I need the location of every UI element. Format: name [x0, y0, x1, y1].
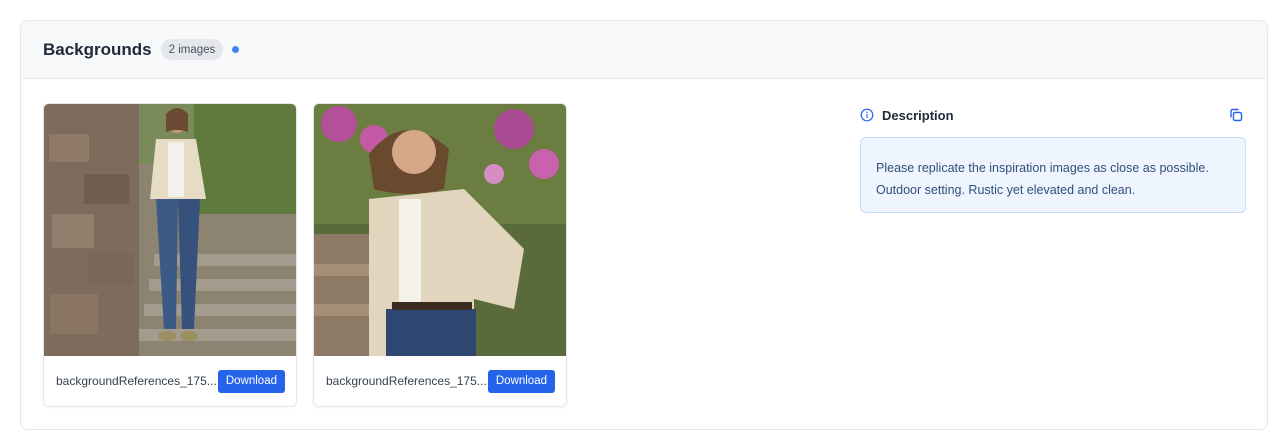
image-card: backgroundReferences_175... Download [43, 103, 297, 407]
info-icon [860, 108, 874, 122]
backgrounds-card: Backgrounds 2 images backgroundReference… [20, 20, 1268, 430]
image-filename: backgroundReferences_175... [326, 374, 487, 388]
image-card: backgroundReferences_175... Download [313, 103, 567, 407]
card-header: Backgrounds 2 images [21, 21, 1267, 79]
section-title: Backgrounds [43, 39, 152, 59]
image-card-footer: backgroundReferences_175... Download [44, 356, 296, 406]
description-box: Please replicate the inspiration images … [860, 137, 1246, 213]
background-reference-image[interactable] [44, 104, 297, 356]
description-title: Description [882, 107, 954, 123]
description-header: Description [860, 105, 1246, 125]
download-button[interactable]: Download [487, 369, 555, 393]
image-filename: backgroundReferences_175... [56, 374, 217, 388]
background-reference-image[interactable] [314, 104, 567, 356]
download-button[interactable]: Download [217, 369, 285, 393]
description-line: Outdoor setting. Rustic yet elevated and… [876, 183, 1136, 197]
image-card-footer: backgroundReferences_175... Download [314, 356, 566, 406]
status-dot [232, 46, 240, 53]
description-line: Please replicate the inspiration images … [876, 161, 1209, 175]
copy-icon[interactable] [1228, 107, 1244, 123]
image-count-badge: 2 images [160, 39, 224, 60]
